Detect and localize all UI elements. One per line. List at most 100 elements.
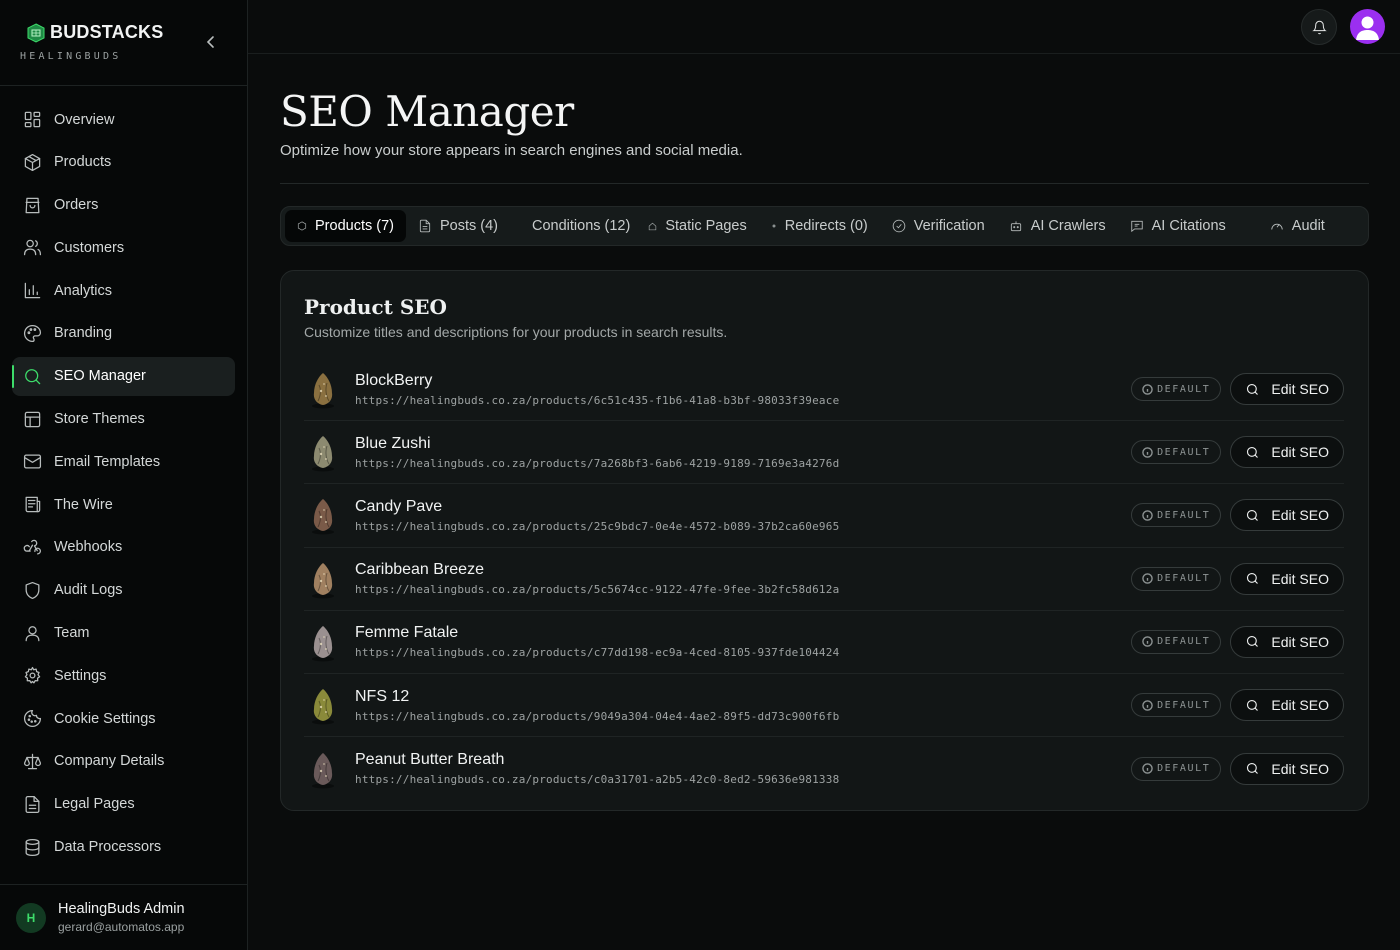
search-icon <box>1247 383 1259 395</box>
product-url: https://healingbuds.co.za/products/9049a… <box>355 709 840 723</box>
sidebar-item-email-templates[interactable]: Email Templates <box>12 442 235 481</box>
edit-seo-label: Edit SEO <box>1271 444 1329 461</box>
status-badge: DEFAULT <box>1131 629 1222 654</box>
sidebar-item-seo-manager[interactable]: SEO Manager <box>12 356 235 396</box>
page-subtitle: Optimize how your store appears in searc… <box>280 142 743 159</box>
sidebar-item-label: Orders <box>54 197 99 214</box>
product-name: Femme Fatale <box>355 624 459 642</box>
layout-icon <box>24 411 41 427</box>
edit-seo-label: Edit SEO <box>1271 633 1329 650</box>
sidebar-item-data-processors[interactable]: Data Processors <box>12 828 235 867</box>
edit-seo-label: Edit SEO <box>1271 697 1329 714</box>
edit-seo-button[interactable]: Edit SEO <box>1230 499 1344 532</box>
info-icon <box>1142 763 1153 774</box>
sidebar-item-orders[interactable]: Orders <box>12 186 235 225</box>
sidebar-item-analytics[interactable]: Analytics <box>12 271 235 310</box>
check-circle-icon <box>892 219 906 233</box>
product-url: https://healingbuds.co.za/products/7a268… <box>355 456 840 470</box>
file-text-icon <box>25 795 40 813</box>
page-title: SEO Manager <box>280 87 574 136</box>
tab-ai-citations[interactable]: AI Citations <box>1118 210 1238 242</box>
badge-label: DEFAULT <box>1157 509 1211 521</box>
database-icon <box>25 838 40 856</box>
search-icon <box>1247 763 1259 775</box>
list-item: Peanut Butter Breath https://healingbuds… <box>304 737 1344 800</box>
product-name: Candy Pave <box>355 497 443 515</box>
chevron-left-icon[interactable] <box>203 34 219 50</box>
edit-seo-label: Edit SEO <box>1271 570 1329 587</box>
sidebar-item-legal-pages[interactable]: Legal Pages <box>12 785 235 824</box>
cookie-icon <box>23 710 42 728</box>
tab-label: Posts (4) <box>439 218 498 234</box>
search-icon <box>1247 509 1259 521</box>
divider <box>280 183 1369 184</box>
product-url: https://healingbuds.co.za/products/c77dd… <box>355 646 840 660</box>
tab-label: Conditions (12) <box>532 218 631 234</box>
sidebar-item-the-wire[interactable]: The Wire <box>12 485 235 524</box>
sidebar-item-label: Settings <box>54 667 107 684</box>
user-profile[interactable]: H HealingBuds Admin gerard@automatos.app <box>0 884 247 950</box>
tab-verification[interactable]: Verification <box>880 210 997 242</box>
sidebar-item-label: Data Processors <box>54 839 162 856</box>
profile-avatar-button[interactable] <box>1350 9 1385 44</box>
edit-seo-button[interactable]: Edit SEO <box>1230 436 1344 469</box>
dashboard-icon <box>24 111 41 128</box>
sidebar-item-label: Team <box>54 625 90 642</box>
product-list: BlockBerry https://healingbuds.co.za/pro… <box>304 358 1344 800</box>
sidebar-item-store-themes[interactable]: Store Themes <box>12 400 235 439</box>
sidebar-item-overview[interactable]: Overview <box>12 100 235 139</box>
sidebar-item-branding[interactable]: Branding <box>12 314 235 353</box>
tab-audit[interactable]: Audit <box>1258 210 1337 242</box>
product-url: https://healingbuds.co.za/products/c0a31… <box>355 773 840 787</box>
product-url: https://healingbuds.co.za/products/5c567… <box>355 583 840 597</box>
tab-redirects[interactable]: Redirects (0) <box>759 210 880 242</box>
sidebar-item-settings[interactable]: Settings <box>12 656 235 695</box>
sidebar-item-audit-logs[interactable]: Audit Logs <box>12 571 235 610</box>
sidebar-item-customers[interactable]: Customers <box>12 228 235 267</box>
bar-chart-icon <box>24 282 41 299</box>
sidebar-item-cookie-settings[interactable]: Cookie Settings <box>12 699 235 738</box>
cube-logo-icon <box>27 22 45 43</box>
sidebar-item-company-details[interactable]: Company Details <box>12 742 235 781</box>
palette-icon <box>23 324 42 343</box>
home-icon <box>649 222 657 230</box>
edit-seo-button[interactable]: Edit SEO <box>1230 373 1344 406</box>
tab-static-pages[interactable]: Static Pages <box>642 210 758 242</box>
edit-seo-button[interactable]: Edit SEO <box>1230 689 1344 722</box>
status-badge: DEFAULT <box>1131 377 1222 402</box>
list-item: BlockBerry https://healingbuds.co.za/pro… <box>304 358 1344 422</box>
product-name: Peanut Butter Breath <box>355 751 505 769</box>
product-thumbnail <box>312 625 334 662</box>
tab-products[interactable]: Products (7) <box>285 210 406 242</box>
product-thumbnail <box>312 689 334 725</box>
tab-label: AI Citations <box>1151 218 1226 234</box>
tab-label: AI Crawlers <box>1030 218 1106 234</box>
list-item: Blue Zushi https://healingbuds.co.za/pro… <box>304 421 1344 485</box>
bell-icon <box>1311 20 1327 34</box>
sidebar-item-team[interactable]: Team <box>12 614 235 653</box>
tab-ai-crawlers[interactable]: AI Crawlers <box>997 210 1118 242</box>
card-title: Product SEO <box>304 295 447 319</box>
edit-seo-button[interactable]: Edit SEO <box>1230 625 1344 658</box>
mail-icon <box>23 454 42 469</box>
edit-seo-button[interactable]: Edit SEO <box>1230 562 1344 595</box>
sidebar: BUDSTACKS HEALINGBUDS Overview Products … <box>0 0 248 950</box>
product-name: NFS 12 <box>355 687 410 705</box>
seo-tabs: Products (7) Posts (4) Conditions (12) S… <box>280 206 1369 246</box>
tab-label: Audit <box>1291 218 1325 234</box>
tab-label: Products (7) <box>315 218 394 234</box>
sidebar-item-label: Store Themes <box>54 411 145 428</box>
info-icon <box>1142 510 1153 521</box>
product-url: https://healingbuds.co.za/products/6c51c… <box>355 393 840 407</box>
sidebar-item-webhooks[interactable]: Webhooks <box>12 528 235 567</box>
tab-conditions[interactable]: Conditions (12) <box>510 210 642 242</box>
sidebar-item-products[interactable]: Products <box>12 143 235 182</box>
edit-seo-button[interactable]: Edit SEO <box>1230 752 1344 785</box>
product-name: Caribbean Breeze <box>355 561 484 579</box>
sidebar-item-label: Legal Pages <box>54 796 135 813</box>
tab-posts[interactable]: Posts (4) <box>406 210 510 242</box>
brand-name: BUDSTACKS <box>50 22 164 42</box>
tab-label: Static Pages <box>665 218 747 234</box>
notifications-button[interactable] <box>1301 9 1337 45</box>
status-badge: DEFAULT <box>1131 756 1222 781</box>
